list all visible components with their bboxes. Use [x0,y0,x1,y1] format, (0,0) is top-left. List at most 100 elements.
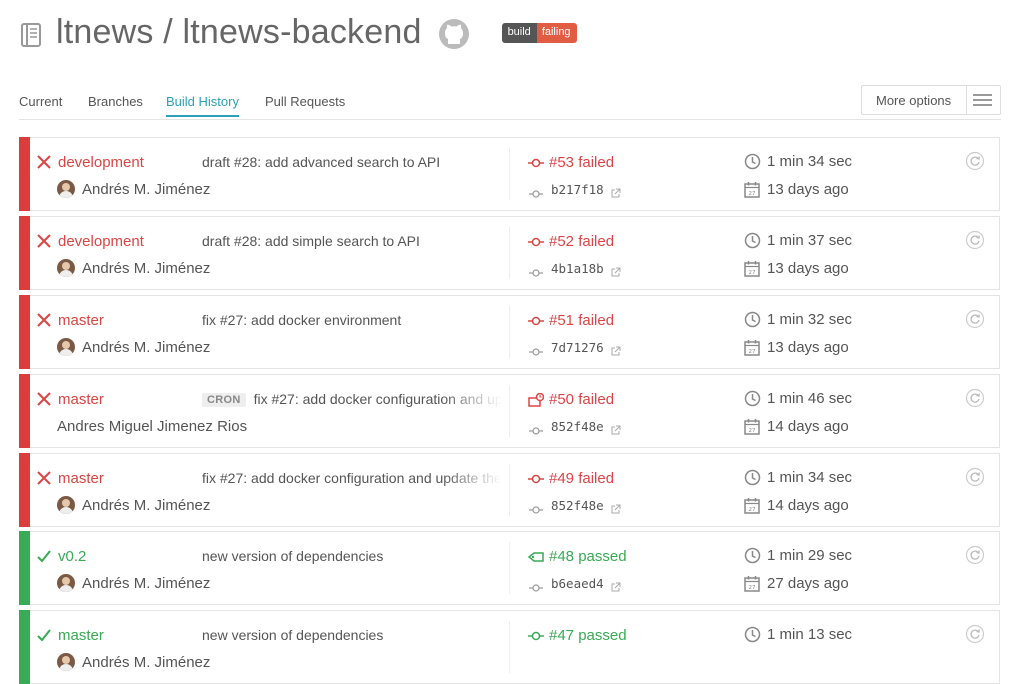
branch-link[interactable]: v0.2 [58,548,86,565]
build-row[interactable]: master Andres Miguel Jimenez Rios CRON fix … [19,374,1000,448]
commit-message-text: draft #28: add advanced search to API [202,154,441,170]
build-duration: 1 min 13 sec [767,626,853,643]
calendar-icon: 27 [744,181,760,198]
failed-x-icon [36,233,52,249]
failed-x-icon [36,470,52,486]
commit-icon [529,580,543,592]
github-icon[interactable] [438,18,470,50]
status-bar [19,374,30,448]
tab-branches[interactable]: Branches [88,94,143,119]
external-link-icon[interactable] [611,422,621,435]
external-link-icon[interactable] [611,185,621,198]
column-divider [509,148,510,200]
commit-message-text: fix #27: add docker configuration and up… [202,470,502,486]
commit-sha-link[interactable]: b6eaed4 [551,576,604,591]
build-number-link[interactable]: #51 failed [549,312,614,329]
restart-build-icon[interactable] [965,467,985,487]
calendar-icon: 27 [744,339,760,356]
build-number-link[interactable]: #50 failed [549,391,614,408]
clock-icon [744,311,761,328]
build-row[interactable]: v0.2 Andrés M. Jiménez new version of depe… [19,531,1000,605]
failed-x-icon [36,391,52,407]
column-divider [509,385,510,437]
avatar [57,653,75,671]
commit-sha-link[interactable]: b217f18 [551,182,604,197]
tab-current[interactable]: Current [19,94,62,119]
push-icon [528,472,544,486]
commit-sha-link[interactable]: 852f48e [551,419,604,434]
commit-author: Andrés M. Jiménez [82,339,211,356]
commit-message: draft #28: add simple search to API [202,233,502,249]
build-number-link[interactable]: #48 passed [549,548,627,565]
push-icon [528,314,544,328]
tab-build-history[interactable]: Build History [166,94,239,117]
build-row[interactable]: development Andrés M. Jiménez draft #28: a… [19,137,1000,211]
commit-icon [529,344,543,356]
branch-link[interactable]: master [58,312,104,329]
svg-text:27: 27 [749,585,756,591]
commit-author: Andrés M. Jiménez [82,497,211,514]
clock-icon [744,469,761,486]
build-row[interactable]: master Andrés M. Jiménez fix #27: add dock… [19,295,1000,369]
branch-link[interactable]: master [58,627,104,644]
more-options-divider [966,86,967,114]
restart-build-icon[interactable] [965,388,985,408]
cron-icon [528,392,545,407]
repo-icon [21,23,41,47]
status-bar [19,610,30,684]
finished-time: 13 days ago [767,181,849,198]
build-duration: 1 min 34 sec [767,469,853,486]
column-divider [509,227,510,279]
status-bar [19,137,30,211]
push-icon [528,235,544,249]
branch-link[interactable]: master [58,391,104,408]
external-link-icon[interactable] [611,264,621,277]
branch-link[interactable]: development [58,233,144,250]
restart-build-icon[interactable] [965,545,985,565]
svg-text:27: 27 [749,270,756,276]
build-status-badge[interactable]: build failing [501,23,577,43]
build-number-link[interactable]: #47 passed [549,627,627,644]
commit-icon [529,186,543,198]
clock-icon [744,153,761,170]
external-link-icon[interactable] [611,579,621,592]
build-number-link[interactable]: #49 failed [549,470,614,487]
avatar [57,180,75,198]
tab-pull-requests[interactable]: Pull Requests [265,94,345,119]
status-bar [19,531,30,605]
tag-icon [527,550,544,564]
status-bar [19,216,30,290]
build-number-link[interactable]: #52 failed [549,233,614,250]
restart-build-icon[interactable] [965,151,985,171]
external-link-icon[interactable] [611,343,621,356]
build-number-link[interactable]: #53 failed [549,154,614,171]
calendar-icon: 27 [744,418,760,435]
commit-message: CRON fix #27: add docker configuration an… [202,391,502,407]
repo-title: ltnews / ltnews-backend [56,12,422,51]
restart-build-icon[interactable] [965,230,985,250]
build-row[interactable]: master Andrés M. Jiménez fix #27: add dock… [19,453,1000,527]
build-row[interactable]: development Andrés M. Jiménez draft #28: a… [19,216,1000,290]
commit-author: Andrés M. Jiménez [82,181,211,198]
finished-time: 27 days ago [767,575,849,592]
more-options-button[interactable]: More options [861,85,1001,115]
restart-build-icon[interactable] [965,309,985,329]
commit-message-text: new version of dependencies [202,548,384,564]
build-duration: 1 min 29 sec [767,547,853,564]
avatar [57,574,75,592]
branch-link[interactable]: development [58,154,144,171]
finished-time: 13 days ago [767,260,849,277]
commit-message: draft #28: add advanced search to API [202,154,502,170]
restart-build-icon[interactable] [965,624,985,644]
calendar-icon: 27 [744,497,760,514]
passed-check-icon [36,627,52,643]
commit-sha-link[interactable]: 7d71276 [551,340,604,355]
commit-sha-link[interactable]: 4b1a18b [551,261,604,276]
commit-sha-link[interactable]: 852f48e [551,498,604,513]
push-icon [528,156,544,170]
branch-link[interactable]: master [58,470,104,487]
build-row[interactable]: master Andrés M. Jiménez new version of de… [19,610,1000,684]
status-bar [19,295,30,369]
svg-text:27: 27 [749,507,756,513]
external-link-icon[interactable] [611,501,621,514]
